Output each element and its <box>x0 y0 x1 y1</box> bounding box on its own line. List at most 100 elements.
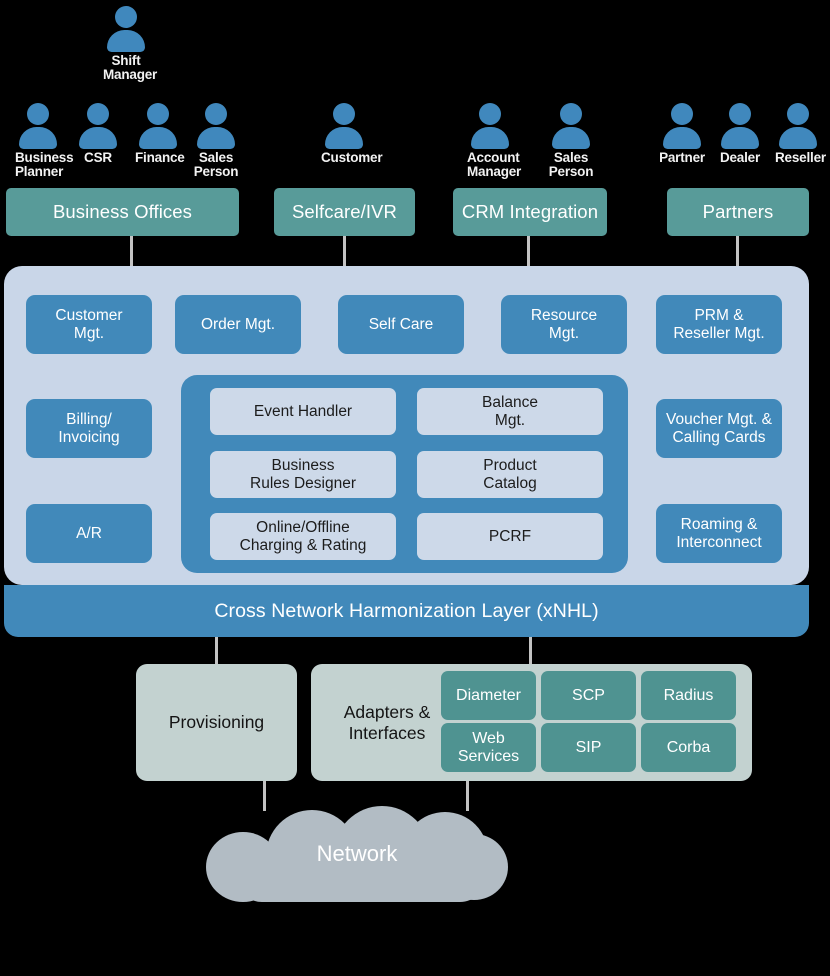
core-module[interactable]: Online/Offline Charging & Rating <box>210 513 396 560</box>
actor-label: Finance <box>135 150 185 165</box>
person-icon <box>321 103 367 149</box>
actor-top: Shift Manager <box>103 6 158 82</box>
adapter-protocol-label: Radius <box>663 686 714 704</box>
platform-module-label: Order Mgt. <box>200 315 276 333</box>
adapter-protocol-label: Corba <box>666 738 711 756</box>
core-module[interactable]: PCRF <box>417 513 603 560</box>
core-module-label: PCRF <box>488 527 532 545</box>
actor-business_offices: Finance <box>135 103 185 165</box>
adapter-protocol[interactable]: Radius <box>641 671 736 720</box>
adapter-protocol[interactable]: Web Services <box>441 723 536 772</box>
connector-line <box>529 637 532 664</box>
person-head-icon <box>147 103 169 125</box>
platform-module-label: Billing/ Invoicing <box>58 410 120 446</box>
connector-line <box>215 637 218 664</box>
adapter-protocol[interactable]: Diameter <box>441 671 536 720</box>
adapter-protocol[interactable]: Corba <box>641 723 736 772</box>
person-body-icon <box>19 127 57 149</box>
platform-module[interactable]: Self Care <box>338 295 464 354</box>
platform-module-label: Customer Mgt. <box>55 306 123 342</box>
actor-label: Customer <box>321 150 383 165</box>
core-module-label: Product Catalog <box>483 456 537 492</box>
person-body-icon <box>325 127 363 149</box>
channel-bar-label: CRM Integration <box>461 201 599 222</box>
channel-bar[interactable]: Business Offices <box>6 188 239 236</box>
platform-module[interactable]: Customer Mgt. <box>26 295 152 354</box>
actor-label: Account Manager <box>467 150 522 179</box>
actor-label: Shift Manager <box>103 53 158 82</box>
adapter-protocol[interactable]: SCP <box>541 671 636 720</box>
core-module-label: Event Handler <box>253 402 353 420</box>
person-body-icon <box>107 30 145 52</box>
actor-label: Sales Person <box>548 150 594 179</box>
person-icon <box>717 103 763 149</box>
person-body-icon <box>139 127 177 149</box>
channel-bar[interactable]: Partners <box>667 188 809 236</box>
xnhl-label: Cross Network Harmonization Layer (xNHL) <box>214 599 599 622</box>
platform-module-label: A/R <box>76 524 102 542</box>
adapter-protocol[interactable]: SIP <box>541 723 636 772</box>
channel-bar-label: Partners <box>702 201 774 222</box>
platform-module[interactable]: Order Mgt. <box>175 295 301 354</box>
person-head-icon <box>115 6 137 28</box>
channel-bar[interactable]: CRM Integration <box>453 188 607 236</box>
person-body-icon <box>197 127 235 149</box>
actor-business_offices: CSR <box>75 103 121 165</box>
adapter-protocol-label: Web Services <box>457 729 520 765</box>
channel-bar-label: Business Offices <box>52 201 193 222</box>
platform-module-label: Roaming & Interconnect <box>676 515 762 551</box>
actor-label: Partner <box>659 150 705 165</box>
actor-partners: Dealer <box>717 103 763 165</box>
person-body-icon <box>721 127 759 149</box>
person-head-icon <box>671 103 693 125</box>
platform-module-label: PRM & Reseller Mgt. <box>673 306 765 342</box>
person-icon <box>193 103 239 149</box>
core-module[interactable]: Event Handler <box>210 388 396 435</box>
xnhl-bar: Cross Network Harmonization Layer (xNHL) <box>4 585 809 637</box>
person-body-icon <box>552 127 590 149</box>
platform-module[interactable]: Voucher Mgt. & Calling Cards <box>656 399 782 458</box>
connector-line <box>130 236 133 266</box>
core-module[interactable]: Balance Mgt. <box>417 388 603 435</box>
person-icon <box>775 103 821 149</box>
core-module-label: Balance Mgt. <box>481 393 538 429</box>
person-head-icon <box>560 103 582 125</box>
actor-partners: Reseller <box>775 103 826 165</box>
platform-module[interactable]: A/R <box>26 504 152 563</box>
network-label: Network <box>316 841 398 866</box>
person-head-icon <box>729 103 751 125</box>
platform-module-label: Self Care <box>368 315 434 333</box>
connector-line <box>527 236 530 266</box>
platform-module[interactable]: Roaming & Interconnect <box>656 504 782 563</box>
actor-label: Sales Person <box>193 150 239 179</box>
person-icon <box>467 103 513 149</box>
channel-bar-label: Selfcare/IVR <box>291 201 398 222</box>
actor-selfcare: Customer <box>321 103 383 165</box>
adapter-protocol-label: Diameter <box>456 686 521 704</box>
actor-crm: Account Manager <box>467 103 522 179</box>
person-icon <box>548 103 594 149</box>
actor-label: Dealer <box>719 150 761 165</box>
person-head-icon <box>27 103 49 125</box>
person-body-icon <box>663 127 701 149</box>
platform-module[interactable]: PRM & Reseller Mgt. <box>656 295 782 354</box>
channel-bar[interactable]: Selfcare/IVR <box>274 188 415 236</box>
person-body-icon <box>79 127 117 149</box>
actor-business_offices: Business Planner <box>15 103 74 179</box>
platform-module-label: Resource Mgt. <box>530 306 598 342</box>
actor-label: Reseller <box>775 150 826 165</box>
platform-module-label: Voucher Mgt. & Calling Cards <box>666 410 772 446</box>
core-module[interactable]: Product Catalog <box>417 451 603 498</box>
person-head-icon <box>87 103 109 125</box>
actor-business_offices: Sales Person <box>193 103 239 179</box>
platform-module[interactable]: Resource Mgt. <box>501 295 627 354</box>
adapters-interfaces-label: Adapters & Interfaces <box>343 701 431 743</box>
core-module[interactable]: Business Rules Designer <box>210 451 396 498</box>
connector-line <box>736 236 739 266</box>
provisioning-label: Provisioning <box>168 712 265 732</box>
actor-label: Business Planner <box>15 150 74 179</box>
platform-module[interactable]: Billing/ Invoicing <box>26 399 152 458</box>
architecture-diagram: Shift Manager Business Planner CSR Finance S… <box>0 0 830 976</box>
actor-label: CSR <box>84 150 112 165</box>
network-cloud: Network <box>206 806 508 902</box>
